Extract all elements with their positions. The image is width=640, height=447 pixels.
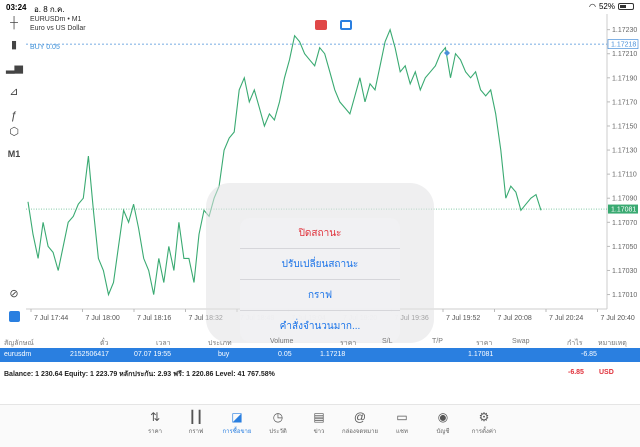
y-tick-label: 1.17070	[612, 220, 637, 227]
tab-label: ข่าว	[313, 429, 325, 435]
row-time: 07.07 19:55	[134, 351, 171, 358]
balance-summary: Balance: 1 230.64 Equity: 1 223.79 หลักป…	[0, 366, 640, 380]
status-time: 03:24	[6, 3, 27, 12]
battery-icon	[618, 3, 634, 10]
tab-label: แชท	[396, 429, 408, 435]
trade-chart-icon: ◪	[231, 410, 243, 424]
y-tick-label: 1.17090	[612, 196, 637, 203]
row-type: buy	[218, 351, 230, 358]
trade-table-header: สัญลักษณ์ ตั๋ว เวลา ประเภท Volume ราคา S…	[0, 335, 640, 348]
row-current-price: 1.17081	[468, 351, 494, 358]
chart-description: Euro vs US Dollar	[30, 25, 86, 32]
status-bar: 03:24 อ. 8 ก.ค. ◠ 52%	[0, 0, 640, 14]
timeframe-m1-icon[interactable]: M1	[6, 147, 22, 161]
chart-item[interactable]: กราฟ	[240, 280, 400, 311]
x-tick-label: 7 Jul 19:52	[446, 315, 480, 322]
y-tick-label: 1.17030	[612, 268, 637, 275]
chart-type-candles-icon[interactable]: ▮	[6, 38, 22, 52]
tab-label: การซื้อขาย	[222, 429, 252, 435]
battery-percent: 52%	[598, 2, 615, 11]
candles-icon: ┃┃	[188, 410, 204, 424]
row-symbol: eurusdm	[4, 351, 32, 358]
balance-text: Balance: 1 230.64 Equity: 1 223.79 หลักป…	[4, 371, 275, 378]
tab-account[interactable]: ◉ บัญชี	[423, 409, 463, 436]
x-tick-label: 7 Jul 20:08	[498, 315, 532, 322]
buy-position-label: BUY 0.05	[30, 44, 60, 51]
settings-gear-icon: ⚙	[478, 410, 490, 424]
modify-position-item[interactable]: ปรับเปลี่ยนสถานะ	[240, 249, 400, 280]
tab-label: ราคา	[148, 429, 162, 435]
tab-label: การตั้งค่า	[471, 429, 497, 435]
close-position-item[interactable]: ปิดสถานะ	[240, 218, 400, 249]
zoom-icon[interactable]: ⊘	[6, 287, 22, 301]
currency-label: USD	[599, 369, 614, 376]
y-tick-label: 1.17190	[612, 75, 637, 82]
chart-toolbar: ┼ ▮ ▂▅ ⊿ ƒ ⬡ M1 ⊘	[0, 14, 26, 322]
tab-label: กล่องจดหมาย	[341, 429, 379, 435]
x-tick-label: 7 Jul 17:44	[34, 315, 68, 322]
wifi-icon: ◠	[589, 2, 596, 11]
shapes-icon[interactable]: ⬡	[6, 125, 22, 139]
x-tick-label: 7 Jul 18:16	[137, 315, 171, 322]
tab-trade[interactable]: ◪ การซื้อขาย	[217, 409, 257, 436]
x-tick-label: 7 Jul 20:24	[549, 315, 583, 322]
y-tick-label: 1.17010	[612, 292, 637, 299]
y-tick-label: 1.17230	[612, 27, 637, 34]
tab-mailbox[interactable]: @ กล่องจดหมาย	[340, 409, 380, 436]
current-price-tag-label: 1.17081	[611, 207, 636, 214]
y-tick-label: 1.17130	[612, 148, 637, 155]
tab-label: ประวัติ	[269, 429, 287, 435]
buy-price-tag-label: 1.17218	[611, 42, 636, 49]
y-tick-label: 1.17150	[612, 123, 637, 130]
tab-label: กราฟ	[188, 429, 204, 435]
one-click-trading-icon[interactable]	[6, 311, 22, 325]
tab-history[interactable]: ◷ ประวัติ	[258, 409, 298, 436]
row-ticket: 2152506417	[70, 351, 109, 358]
battery-fill	[620, 5, 627, 8]
col-tp: T/P	[432, 338, 443, 345]
tab-chat[interactable]: ▭ แชท	[382, 409, 422, 436]
y-tick-label: 1.17110	[612, 172, 637, 179]
col-swap: Swap	[512, 338, 530, 345]
entry-marker-icon	[444, 50, 450, 56]
buy-button-icon[interactable]	[340, 20, 352, 30]
table-row[interactable]: eurusdm 2152506417 07.07 19:55 buy 0.05 …	[0, 348, 640, 362]
y-tick-label: 1.17210	[612, 51, 637, 58]
col-sl: S/L	[382, 338, 393, 345]
chat-bubble-icon: ▭	[396, 410, 408, 424]
tab-label: บัญชี	[436, 429, 450, 435]
history-clock-icon: ◷	[272, 410, 284, 424]
chart-symbol: EURUSDm • M1	[30, 16, 82, 23]
account-user-icon: ◉	[437, 410, 449, 424]
sell-button-icon[interactable]	[315, 20, 327, 30]
y-tick-label: 1.17050	[612, 244, 637, 251]
tab-settings[interactable]: ⚙ การตั้งค่า	[464, 409, 504, 436]
quotes-arrows-icon: ⇅	[149, 410, 161, 424]
indicators-icon[interactable]: ƒ	[6, 109, 22, 123]
total-profit: -6.85	[568, 369, 584, 376]
objects-icon[interactable]: ⊿	[6, 85, 22, 99]
news-icon: ▤	[313, 410, 325, 424]
bar-chart-icon[interactable]: ▂▅	[6, 61, 23, 75]
crosshair-icon[interactable]: ┼	[6, 16, 22, 30]
tab-quotes[interactable]: ⇅ ราคา	[135, 409, 175, 436]
tab-charts[interactable]: ┃┃ กราฟ	[176, 409, 216, 436]
x-tick-label: 7 Jul 18:00	[86, 315, 120, 322]
tab-news[interactable]: ▤ ข่าว	[299, 409, 339, 436]
row-volume: 0.05	[278, 351, 292, 358]
col-volume: Volume	[270, 338, 294, 345]
position-context-menu: ปิดสถานะ ปรับเปลี่ยนสถานะ กราฟ คำสั่งจำน…	[240, 218, 400, 342]
y-tick-label: 1.17170	[612, 99, 637, 106]
bottom-tab-bar: ⇅ ราคา ┃┃ กราฟ ◪ การซื้อขาย ◷ ประวัติ ▤ …	[0, 404, 640, 447]
row-profit: -6.85	[581, 351, 597, 358]
x-tick-label: 7 Jul 20:40	[601, 315, 635, 322]
row-open-price: 1.17218	[320, 351, 346, 358]
mailbox-at-icon: @	[353, 410, 367, 424]
